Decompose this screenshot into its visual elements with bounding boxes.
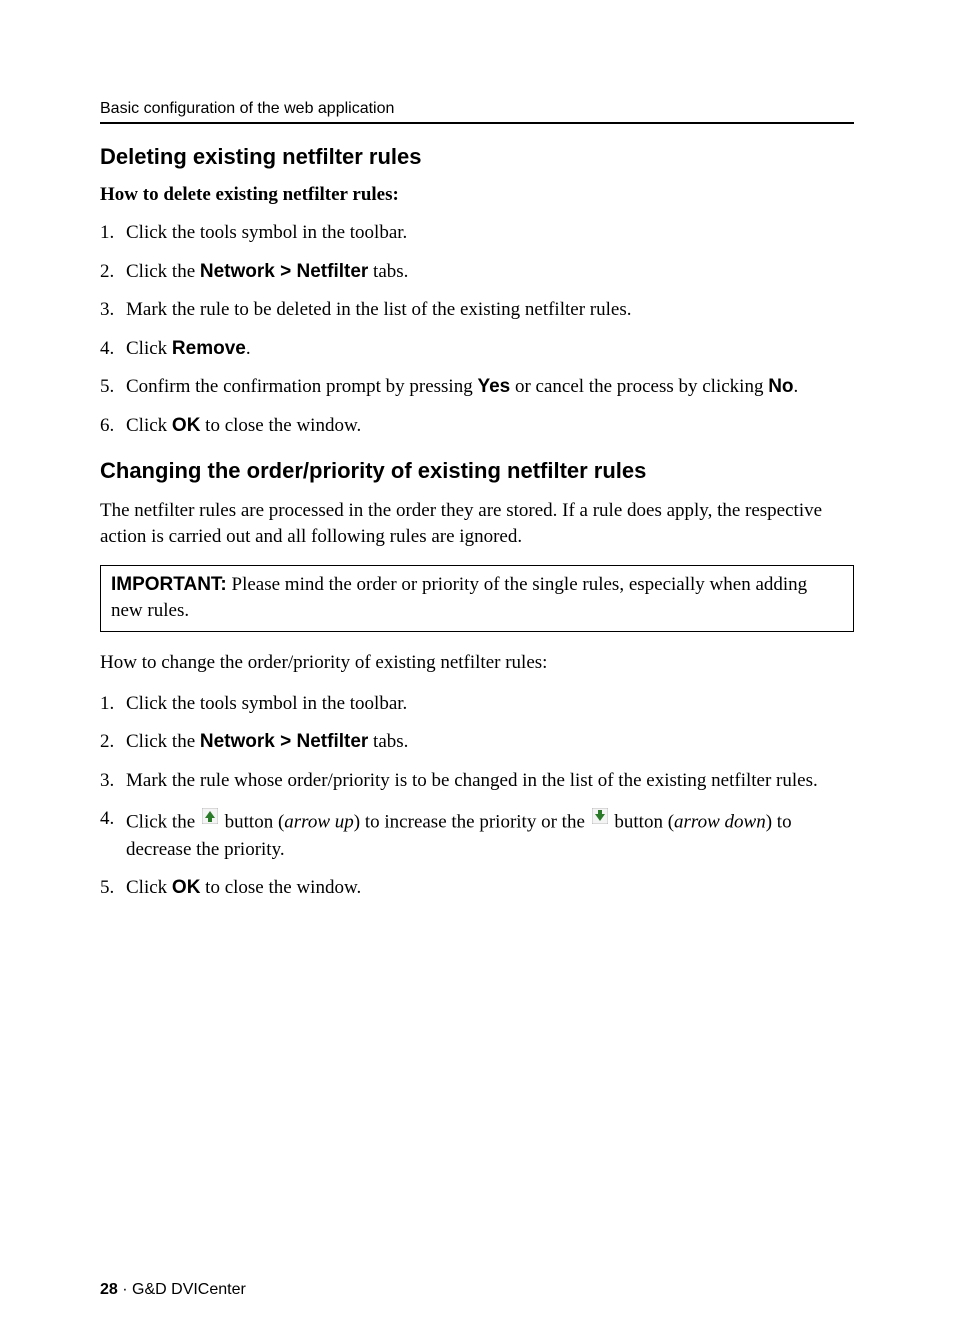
step-text: to close the window. — [200, 877, 361, 898]
step-text: tabs. — [368, 731, 408, 752]
subheading-how-to-delete: How to delete existing netfilter rules: — [100, 184, 854, 206]
list-item: Click the button (arrow up) to increase … — [100, 806, 854, 863]
icon-name: arrow down — [674, 812, 766, 833]
heading-deleting-rules: Deleting existing netfilter rules — [100, 144, 854, 170]
howto-line: How to change the order/priority of exis… — [100, 650, 854, 677]
step-text: Click the — [126, 261, 200, 282]
footer-sep: · — [118, 1281, 132, 1298]
list-item: Click the Network > Netfilter tabs. — [100, 259, 854, 286]
list-item: Click the tools symbol in the toolbar. — [100, 691, 854, 718]
ui-label: OK — [172, 415, 201, 436]
arrow-down-icon — [592, 806, 608, 833]
product-name: G&D DVICenter — [132, 1281, 246, 1298]
steps-delete-rules: Click the tools symbol in the toolbar. C… — [100, 220, 854, 440]
list-item: Click the tools symbol in the toolbar. — [100, 220, 854, 247]
step-text: Click — [126, 338, 172, 359]
step-text: or cancel the process by clicking — [510, 376, 768, 397]
page-footer: 28 · G&D DVICenter — [100, 1281, 854, 1299]
important-label: IMPORTANT: — [111, 574, 227, 595]
step-text: Confirm the confirmation prompt by press… — [126, 376, 477, 397]
intro-paragraph: The netfilter rules are processed in the… — [100, 498, 854, 551]
step-text: button ( — [225, 812, 285, 833]
icon-name: arrow up — [284, 812, 354, 833]
arrow-up-icon — [202, 806, 218, 833]
ui-label: Remove — [172, 338, 246, 359]
page-number: 28 — [100, 1281, 118, 1298]
step-text: button ( — [614, 812, 674, 833]
ui-label: OK — [172, 877, 201, 898]
list-item: Click the Network > Netfilter tabs. — [100, 729, 854, 756]
list-item: Click Remove. — [100, 336, 854, 363]
list-item: Confirm the confirmation prompt by press… — [100, 374, 854, 401]
steps-change-priority: Click the tools symbol in the toolbar. C… — [100, 691, 854, 902]
list-item: Mark the rule whose order/priority is to… — [100, 768, 854, 795]
ui-label: Yes — [477, 376, 510, 397]
step-text: to close the window. — [200, 415, 361, 436]
heading-changing-priority: Changing the order/priority of existing … — [100, 458, 854, 484]
ui-label: Network > Netfilter — [200, 731, 368, 752]
step-text: Click the — [126, 731, 200, 752]
step-text: . — [794, 376, 799, 397]
step-text: . — [246, 338, 251, 359]
step-text: ) to increase the priority or the — [354, 812, 590, 833]
list-item: Click OK to close the window. — [100, 875, 854, 902]
step-text: tabs. — [368, 261, 408, 282]
step-text: Click — [126, 877, 172, 898]
step-text: Click — [126, 415, 172, 436]
list-item: Click OK to close the window. — [100, 413, 854, 440]
running-header: Basic configuration of the web applicati… — [100, 100, 854, 124]
important-note: IMPORTANT: Please mind the order or prio… — [100, 565, 854, 632]
ui-label: No — [768, 376, 793, 397]
step-text: Click the — [126, 812, 200, 833]
list-item: Mark the rule to be deleted in the list … — [100, 297, 854, 324]
ui-label: Network > Netfilter — [200, 261, 368, 282]
